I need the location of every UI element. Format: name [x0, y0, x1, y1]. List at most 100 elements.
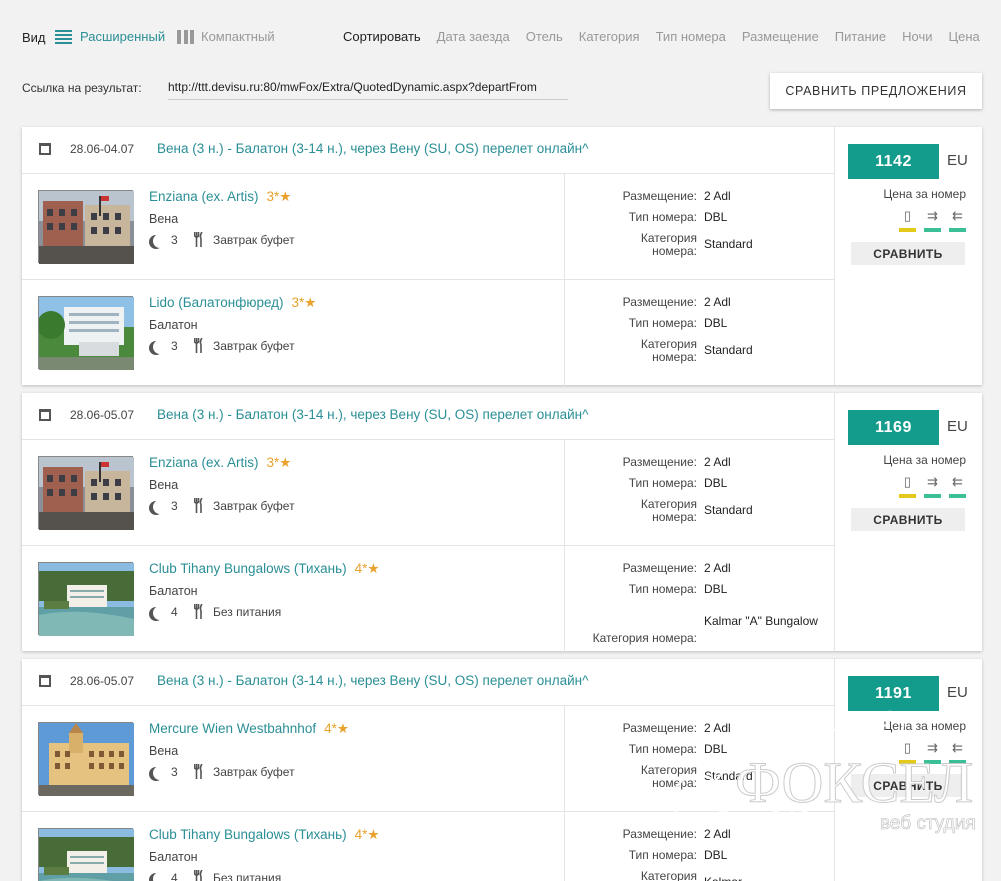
category-value: Kalmar — [704, 876, 742, 881]
fork-knife-icon — [193, 497, 204, 513]
fork-knife-icon — [193, 231, 204, 247]
sort-label: Сортировать — [343, 29, 421, 44]
sort-option-nights[interactable]: Ночи — [902, 29, 932, 44]
placement-value: 2 Adl — [704, 295, 731, 309]
placement-label: Размещение: — [622, 295, 697, 309]
result-link-field[interactable]: http://ttt.devisu.ru:80/mwFox/Extra/Quot… — [168, 77, 568, 100]
offer-card: 28.06-04.07 Вена (3 н.) - Балатон (3-14 … — [22, 127, 982, 386]
offer-header: 28.06-04.07 Вена (3 н.) - Балатон (3-14 … — [22, 127, 834, 174]
nights-count: 3 — [171, 765, 178, 779]
offer-card: 28.06-05.07 Вена (3 н.) - Балатон (3-14 … — [22, 393, 982, 652]
room-type-value: DBL — [704, 582, 728, 596]
compare-button[interactable]: СРАВНИТЬ — [851, 242, 965, 265]
price-note: Цена за номер — [883, 187, 966, 201]
category-label: Категорияномера: — [640, 763, 697, 790]
moon-icon — [153, 500, 167, 514]
offer-route-link[interactable]: Вена (3 н.) - Балатон (3-14 н.), через В… — [157, 141, 588, 156]
hotel-name-link[interactable]: Club Tihany Bungalows (Тихань) — [149, 561, 347, 576]
hotel-row: Club Tihany Bungalows (Тихань) 4*★ Балато… — [22, 812, 834, 881]
sort-option-checkin[interactable]: Дата заезда — [437, 29, 510, 44]
toolbar: Вид Расширенный Компактный Сортировать Д… — [0, 0, 1001, 72]
hotel-photo[interactable] — [38, 456, 134, 530]
price-column: 1142 EU Цена за номер ▯ ⇉ ⇇ СРАВНИТЬ — [835, 127, 982, 385]
arrow-right-icon: ⇉ — [924, 208, 941, 232]
hotel-stars: 3*★ — [266, 455, 292, 470]
hotel-city: Вена — [149, 744, 179, 758]
placement-label: Размещение: — [622, 561, 697, 575]
category-label: Категорияномера: — [640, 869, 697, 881]
offer-header: 28.06-05.07 Вена (3 н.) - Балатон (3-14 … — [22, 659, 834, 706]
sort-option-category[interactable]: Категория — [579, 29, 640, 44]
hotel-name-link[interactable]: Club Tihany Bungalows (Тихань) — [149, 827, 347, 842]
hotel-name-link[interactable]: Lido (Балатонфюред) — [149, 295, 284, 310]
price-note: Цена за номер — [883, 719, 966, 733]
placement-label: Размещение: — [622, 721, 697, 735]
hotel-name-link[interactable]: Enziana (ex. Artis) — [149, 189, 259, 204]
view-label: Вид — [22, 30, 46, 45]
room-type-label: Тип номера: — [628, 848, 697, 862]
sort-option-room-type[interactable]: Тип номера — [656, 29, 726, 44]
hotel-name-link[interactable]: Mercure Wien Westbahnhof — [149, 721, 316, 736]
price-note: Цена за номер — [883, 453, 966, 467]
compare-button[interactable]: СРАВНИТЬ — [851, 774, 965, 797]
currency: EU — [947, 152, 968, 169]
price-column: 1169 EU Цена за номер ▯ ⇉ ⇇ СРАВНИТЬ — [835, 393, 982, 651]
compare-offers-button[interactable]: СРАВНИТЬ ПРЕДЛОЖЕНИЯ — [770, 73, 982, 109]
room-type-value: DBL — [704, 210, 728, 224]
hotel-photo[interactable] — [38, 190, 134, 264]
category-value: Standard — [704, 503, 753, 517]
result-link-label: Ссылка на результат: — [22, 81, 142, 95]
category-value: Standard — [704, 769, 753, 783]
hotel-row: Enziana (ex. Artis) 3*★ Вена 3 Завтрак бу… — [22, 174, 834, 280]
sort-option-price[interactable]: Цена — [949, 29, 980, 44]
offer-route-link[interactable]: Вена (3 н.) - Балатон (3-14 н.), через В… — [157, 673, 588, 688]
hotel-stars: 4*★ — [354, 561, 380, 576]
arrow-left-icon: ⇇ — [949, 474, 966, 498]
room-details: Размещение: 2 Adl Тип номера: DBL Катего… — [564, 174, 835, 279]
meal-plan: Завтрак буфет — [213, 499, 295, 513]
hotel-city: Вена — [149, 212, 179, 226]
category-label: Категорияномера: — [640, 337, 697, 364]
sort-option-meal[interactable]: Питание — [835, 29, 886, 44]
placement-label: Размещение: — [622, 455, 697, 469]
room-details: Размещение: 2 Adl Тип номера: DBL Катего… — [564, 546, 835, 652]
moon-icon — [153, 766, 167, 780]
price-button[interactable]: 1169 — [848, 410, 939, 445]
price-button[interactable]: 1142 — [848, 144, 939, 179]
hotel-name-link[interactable]: Enziana (ex. Artis) — [149, 455, 259, 470]
hotel-row: Lido (Балатонфюред) 3*★ Балатон 3 Завтрак… — [22, 280, 834, 386]
meal-plan: Завтрак буфет — [213, 339, 295, 353]
category-value: Standard — [704, 237, 753, 251]
room-details: Размещение: 2 Adl Тип номера: DBL Катего… — [564, 440, 835, 545]
sort-bar: Сортировать Дата заезда Отель Категория … — [343, 29, 980, 44]
offer-header: 28.06-05.07 Вена (3 н.) - Балатон (3-14 … — [22, 393, 834, 440]
hotel-photo[interactable] — [38, 562, 134, 636]
room-details: Размещение: 2 Adl Тип номера: DBL Катего… — [564, 812, 835, 881]
offer-route-link[interactable]: Вена (3 н.) - Балатон (3-14 н.), через В… — [157, 407, 588, 422]
fork-knife-icon — [193, 763, 204, 779]
hotel-photo[interactable] — [37, 296, 134, 370]
placement-value: 2 Adl — [704, 455, 731, 469]
compare-button[interactable]: СРАВНИТЬ — [851, 508, 965, 531]
hotel-row: Enziana (ex. Artis) 3*★ Вена 3 Завтрак бу… — [22, 440, 834, 546]
sort-option-hotel[interactable]: Отель — [526, 29, 563, 44]
hotel-photo[interactable] — [38, 722, 134, 796]
hotel-photo[interactable] — [38, 828, 134, 881]
category-label: Категория номера: — [592, 631, 697, 645]
hotel-city: Вена — [149, 478, 179, 492]
meal-plan: Завтрак буфет — [213, 765, 295, 779]
placement-label: Размещение: — [622, 827, 697, 841]
view-extended-button[interactable]: Расширенный — [55, 29, 165, 44]
sort-option-placement[interactable]: Размещение — [742, 29, 819, 44]
price-button[interactable]: 1191 — [848, 676, 939, 711]
hotel-icon: ▯ — [899, 208, 916, 232]
category-label: Категорияномера: — [640, 497, 697, 524]
calendar-icon — [39, 409, 51, 421]
calendar-icon — [39, 675, 51, 687]
offer-main: 28.06-04.07 Вена (3 н.) - Балатон (3-14 … — [22, 127, 835, 386]
room-type-value: DBL — [704, 848, 728, 862]
room-type-value: DBL — [704, 742, 728, 756]
room-type-label: Тип номера: — [628, 582, 697, 596]
meal-plan: Без питания — [213, 871, 282, 881]
view-compact-button[interactable]: Компактный — [177, 29, 275, 44]
